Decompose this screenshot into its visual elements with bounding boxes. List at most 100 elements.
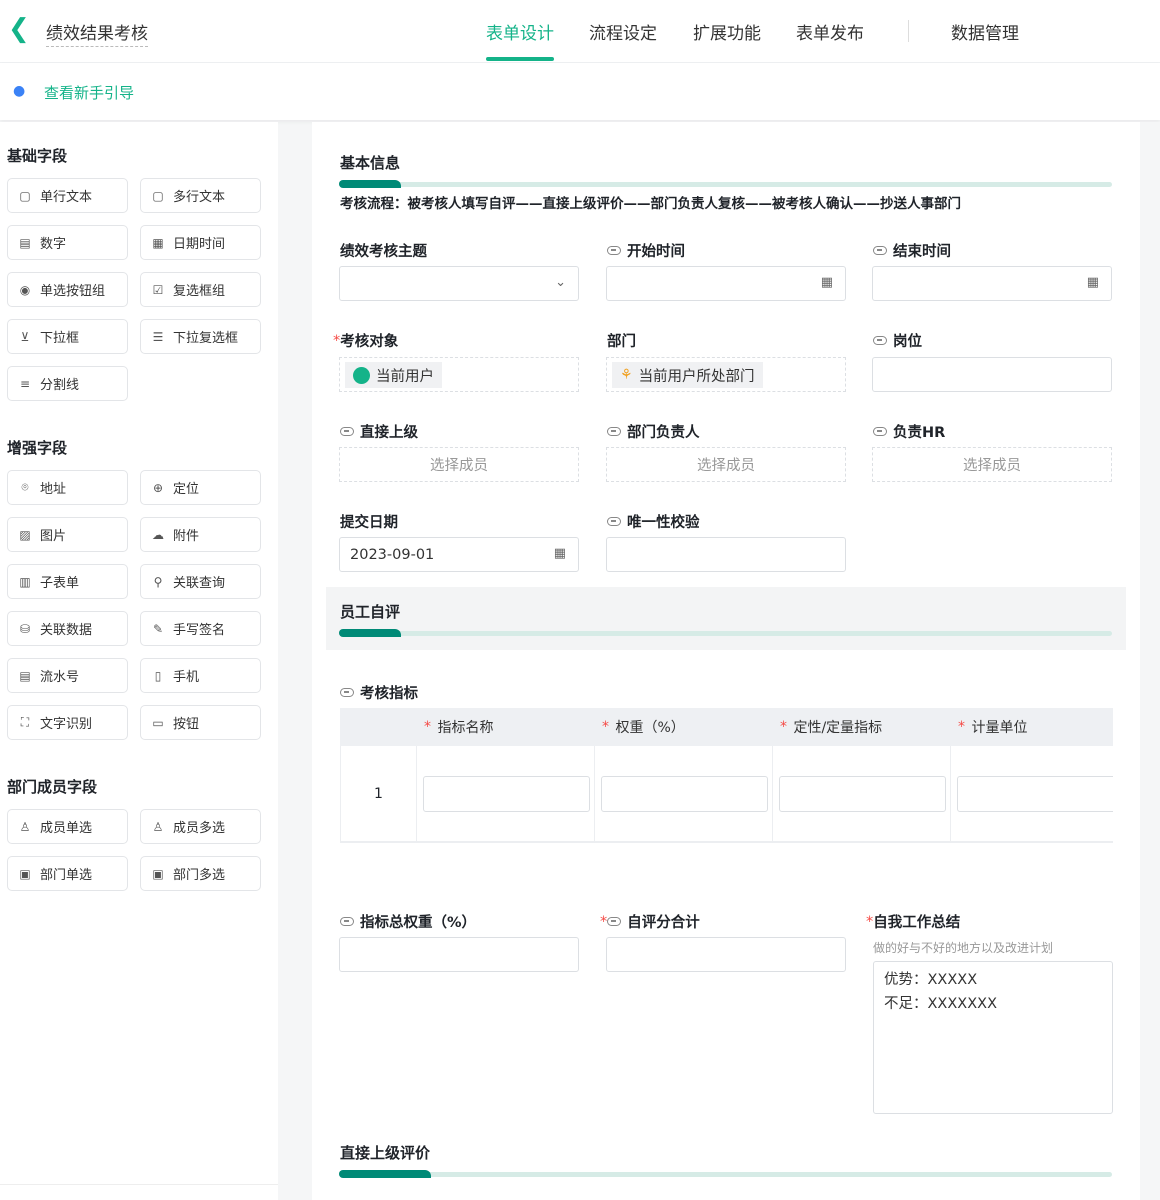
- field-multi-text[interactable]: ▢ 多行文本: [140, 178, 261, 213]
- table-header: * 指标名称: [416, 708, 594, 746]
- field-dept-multi[interactable]: ▣ 部门多选: [140, 856, 261, 891]
- field-label: 关联查询: [173, 576, 226, 591]
- field-label: 手写签名: [173, 623, 226, 638]
- table-header: * 权重（%）: [594, 708, 772, 746]
- field-attachment[interactable]: ☁ 附件: [140, 517, 261, 552]
- section-title: 增强字段: [7, 439, 68, 457]
- tab-extensions[interactable]: 扩展功能: [693, 19, 761, 44]
- link-icon: [340, 427, 354, 436]
- section-title: 部门成员字段: [7, 778, 98, 796]
- field-related-query[interactable]: ⚲ 关联查询: [140, 564, 261, 599]
- field-label: 分割线: [40, 378, 80, 393]
- field-subform[interactable]: ▥ 子表单: [7, 564, 128, 599]
- divider-icon: ≡: [19, 376, 31, 391]
- field-label: 按钮: [173, 717, 200, 732]
- field-label: 绩效考核主题: [340, 244, 427, 260]
- link-icon: [873, 246, 887, 255]
- number-icon: ▤: [19, 235, 31, 250]
- field-label: 部门多选: [173, 868, 226, 883]
- top-header: ❮ 绩效结果考核 表单设计 流程设定 扩展功能 表单发布 数据管理: [0, 0, 1160, 63]
- field-dropdown[interactable]: ⊻ 下拉框: [7, 319, 128, 354]
- field-serial[interactable]: ▤ 流水号: [7, 658, 128, 693]
- list-icon: ☰: [152, 329, 164, 344]
- link-icon: [873, 336, 887, 345]
- unique-check-input[interactable]: [606, 537, 846, 572]
- summary-textarea[interactable]: 优势：XXXXX 不足：XXXXXXX: [873, 961, 1113, 1114]
- table-cell: [950, 746, 1113, 841]
- dept-head-select[interactable]: 选择成员: [606, 447, 846, 482]
- topic-select[interactable]: ⌄: [339, 266, 579, 301]
- field-label: 开始时间: [607, 240, 685, 261]
- dept-icon: ▣: [152, 866, 164, 881]
- user-icon: [353, 366, 370, 384]
- section-bar: [339, 180, 1112, 188]
- field-number[interactable]: ▤ 数字: [7, 225, 128, 260]
- type-input[interactable]: [779, 776, 946, 812]
- field-address[interactable]: ⌾ 地址: [7, 470, 128, 505]
- weight-input[interactable]: [601, 776, 768, 812]
- field-radio[interactable]: ◉ 单选按钮组: [7, 272, 128, 307]
- section-title: 基本信息: [340, 154, 401, 172]
- text-icon: ▢: [19, 188, 31, 203]
- serial-icon: ▤: [19, 668, 31, 683]
- field-image[interactable]: ▨ 图片: [7, 517, 128, 552]
- tab-form-design[interactable]: 表单设计: [486, 19, 554, 61]
- tab-data-management[interactable]: 数据管理: [951, 19, 1019, 44]
- field-label: * 自评分合计: [600, 913, 700, 932]
- guide-link[interactable]: 查看新手引导: [44, 82, 134, 103]
- link-icon: [607, 517, 621, 526]
- attachment-icon: ☁: [152, 527, 164, 542]
- field-phone[interactable]: ▯ 手机: [140, 658, 261, 693]
- field-label: 图片: [40, 529, 67, 544]
- field-label: 地址: [40, 482, 67, 497]
- back-icon[interactable]: ❮: [8, 14, 30, 44]
- total-weight-input[interactable]: [339, 937, 579, 972]
- data-icon: ⛁: [19, 621, 31, 636]
- end-time-input[interactable]: ▦: [872, 266, 1112, 301]
- tab-process[interactable]: 流程设定: [589, 19, 657, 44]
- divider: [908, 20, 909, 42]
- indicator-name-input[interactable]: [423, 776, 590, 812]
- field-location[interactable]: ⊕ 定位: [140, 470, 261, 505]
- org-icon: ⚘: [620, 367, 633, 383]
- current-dept-chip: ⚘ 当前用户所处部门: [612, 362, 763, 388]
- field-label: 单行文本: [40, 190, 93, 205]
- field-label: * 自我工作总结: [866, 913, 961, 932]
- field-label: 结束时间: [873, 240, 951, 261]
- field-member-single[interactable]: ♙ 成员单选: [7, 809, 128, 844]
- start-time-input[interactable]: ▦: [606, 266, 846, 301]
- field-member-multi[interactable]: ♙ 成员多选: [140, 809, 261, 844]
- field-related-data[interactable]: ⛁ 关联数据: [7, 611, 128, 646]
- leader-select[interactable]: 选择成员: [339, 447, 579, 482]
- users-icon: ♙: [152, 819, 164, 834]
- unit-input[interactable]: [957, 776, 1113, 812]
- calendar-icon: ▦: [152, 235, 164, 250]
- field-divider[interactable]: ≡ 分割线: [7, 366, 128, 401]
- section-bar: [339, 1170, 1112, 1178]
- submit-date-input[interactable]: 2023-09-01 ▦: [339, 537, 579, 572]
- field-label: 关联数据: [40, 623, 93, 638]
- section-band: [326, 587, 1126, 650]
- scroll-gutter: [1140, 122, 1160, 1200]
- field-signature[interactable]: ✎ 手写签名: [140, 611, 261, 646]
- field-ocr[interactable]: ⛶ 文字识别: [7, 705, 128, 740]
- field-datetime[interactable]: ▦ 日期时间: [140, 225, 261, 260]
- table-header: [340, 708, 416, 746]
- self-score-input[interactable]: [606, 937, 846, 972]
- indicators-table: * 指标名称 * 权重（%） * 定性/定量指标 * 计量单位 1: [340, 708, 1113, 843]
- crosshair-icon: ⊕: [152, 480, 164, 495]
- tab-publish[interactable]: 表单发布: [796, 19, 864, 44]
- table-cell: [416, 746, 594, 841]
- hr-select[interactable]: 选择成员: [872, 447, 1112, 482]
- field-single-text[interactable]: ▢ 单行文本: [7, 178, 128, 213]
- field-label: 下拉框: [40, 331, 80, 346]
- calendar-icon: ▦: [1086, 275, 1099, 290]
- post-input[interactable]: [872, 357, 1112, 392]
- field-button[interactable]: ▭ 按钮: [140, 705, 261, 740]
- field-label: 成员多选: [173, 821, 226, 836]
- app-title[interactable]: 绩效结果考核: [46, 19, 148, 47]
- table-cell: [594, 746, 772, 841]
- field-multi-dropdown[interactable]: ☰ 下拉复选框: [140, 319, 261, 354]
- field-dept-single[interactable]: ▣ 部门单选: [7, 856, 128, 891]
- field-checkbox[interactable]: ☑ 复选框组: [140, 272, 261, 307]
